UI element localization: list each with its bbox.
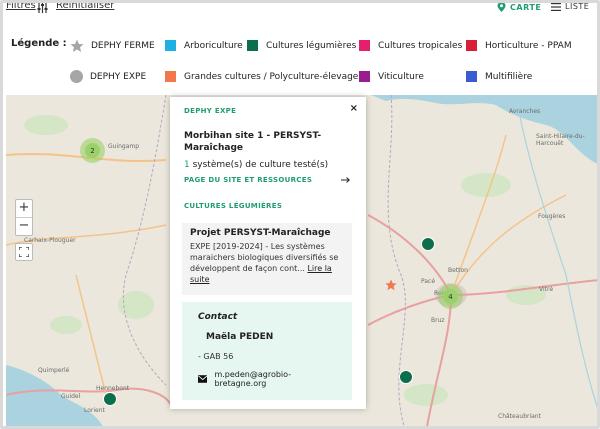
list-view-label: LISTE — [565, 2, 590, 11]
legend-label: Horticulture - PPAM — [485, 40, 572, 51]
fullscreen-icon — [19, 247, 29, 257]
legend-swatch — [359, 40, 370, 51]
legend-item-multifiliere: Multifilière — [466, 71, 532, 82]
legend-label: Cultures tropicales — [378, 40, 463, 51]
legend-label: Viticulture — [378, 71, 424, 82]
project-description: EXPE [2019-2024] - Les systèmes maraiche… — [190, 241, 344, 285]
project-card: Projet PERSYST-Maraîchage EXPE [2019-202… — [182, 223, 352, 295]
map-label-chateaubriant: Châteaubriant — [498, 413, 541, 420]
map-view-label: CARTE — [510, 2, 542, 12]
contact-email[interactable]: m.peden@agrobio-bretagne.org — [198, 370, 336, 388]
map-label-betton: Betton — [448, 267, 468, 274]
map-marker-cultures-legumieres[interactable] — [421, 237, 435, 251]
map-label-guingamp: Guingamp — [108, 143, 140, 150]
contact-organization: - GAB 56 — [198, 352, 234, 361]
legend-item-cultures-tropicales: Cultures tropicales — [359, 40, 462, 51]
legend-label: Cultures légumières — [266, 40, 357, 51]
map-label-pace: Pacé — [421, 278, 436, 285]
zoom-in-button[interactable]: + — [16, 200, 32, 217]
zoom-control: + − — [15, 199, 33, 236]
site-resources-label: PAGE DU SITE ET RESSOURCES — [184, 176, 313, 184]
legend-label: Arboriculture — [184, 40, 243, 51]
legend-title: Légende : — [11, 38, 67, 49]
legend-label: DEPHY EXPE — [90, 71, 147, 82]
legend-item-viticulture: Viticulture — [359, 71, 424, 82]
map-view-toggle[interactable]: CARTE — [497, 2, 542, 12]
map-marker-cultures-legumieres[interactable] — [103, 392, 117, 406]
mail-icon — [198, 375, 208, 383]
cluster-count: 4 — [443, 289, 458, 304]
legend-label: Grandes cultures / Polyculture-élevage — [184, 71, 359, 82]
site-popup: × DEPHY EXPE Morbihan site 1 - PERSYST-M… — [170, 97, 366, 409]
contact-email-text: m.peden@agrobio-bretagne.org — [214, 370, 292, 388]
legend-label: Multifilière — [485, 71, 533, 82]
legend-item-dephy-ferme: DEPHY FERME — [70, 39, 155, 53]
legend-item-dephy-expe: DEPHY EXPE — [70, 70, 146, 83]
contact-title: Contact — [198, 312, 238, 322]
legend-item-cultures-legumieres: Cultures légumières — [247, 40, 356, 51]
site-resources-link[interactable]: PAGE DU SITE ET RESSOURCES — [184, 176, 350, 184]
map-label-quimperle: Quimperlé — [38, 367, 70, 374]
legend-label: DEPHY FERME — [91, 41, 155, 51]
map-label-lorient: Lorient — [84, 407, 105, 414]
top-toolbar: Filtres Réinitialiser CARTE LISTE — [3, 3, 597, 17]
zoom-out-button[interactable]: − — [16, 218, 32, 235]
map-label-hennebont: Hennebont — [96, 385, 130, 392]
project-title: Projet PERSYST-Maraîchage — [190, 228, 331, 238]
map-marker-star-icon[interactable] — [385, 279, 397, 291]
map-label-saint-hilaire: Saint-Hilaire-du-Harcouët — [536, 133, 585, 147]
contact-card: Contact Maëla PEDEN - GAB 56 m.peden@agr… — [182, 302, 352, 400]
popup-systems-count: 1 système(s) de culture testé(s) — [184, 160, 328, 170]
list-icon — [551, 3, 561, 11]
cluster-count: 2 — [85, 143, 100, 158]
map-cluster-marker[interactable]: 4 — [438, 284, 463, 309]
filter-sliders-icon[interactable] — [37, 2, 48, 13]
legend-swatch — [466, 40, 477, 51]
circle-icon — [70, 70, 83, 83]
arrow-right-icon — [341, 177, 350, 183]
legend-swatch — [165, 71, 176, 82]
map-label-bruz: Bruz — [431, 317, 445, 324]
reset-filters-link[interactable]: Réinitialiser — [56, 3, 114, 11]
contact-name: Maëla PEDEN — [206, 332, 274, 342]
legend-item-arboriculture: Arboriculture — [165, 40, 243, 51]
legend-swatch — [359, 71, 370, 82]
legend-swatch — [165, 40, 176, 51]
popup-section-title: CULTURES LÉGUMIÈRES — [184, 202, 283, 210]
fullscreen-button[interactable] — [15, 243, 33, 261]
list-view-toggle[interactable]: LISTE — [551, 2, 590, 11]
map-label-avranches: Avranches — [509, 108, 541, 115]
systems-count-text: système(s) de culture testé(s) — [189, 160, 329, 170]
map-pin-icon — [497, 3, 506, 12]
filters-link[interactable]: Filtres — [6, 3, 36, 11]
map-label-guidel: Guidel — [61, 393, 81, 400]
popup-network-label: DEPHY EXPE — [184, 107, 237, 115]
app-frame: Filtres Réinitialiser CARTE LISTE Légend… — [0, 0, 600, 429]
popup-close-button[interactable]: × — [350, 103, 358, 114]
map-cluster-marker[interactable]: 2 — [80, 138, 105, 163]
map-label-fougeres: Fougères — [538, 213, 566, 220]
popup-site-title: Morbihan site 1 - PERSYST-Maraîchage — [184, 131, 322, 153]
legend-swatch — [466, 71, 477, 82]
map-marker-cultures-legumieres[interactable] — [399, 370, 413, 384]
legend-item-horticulture: Horticulture - PPAM — [466, 40, 572, 51]
legend-item-grandes-cultures: Grandes cultures / Polyculture-élevage — [165, 71, 358, 82]
legend-swatch — [247, 40, 258, 51]
star-icon — [70, 39, 84, 52]
map-label-vitre: Vitré — [539, 286, 554, 293]
